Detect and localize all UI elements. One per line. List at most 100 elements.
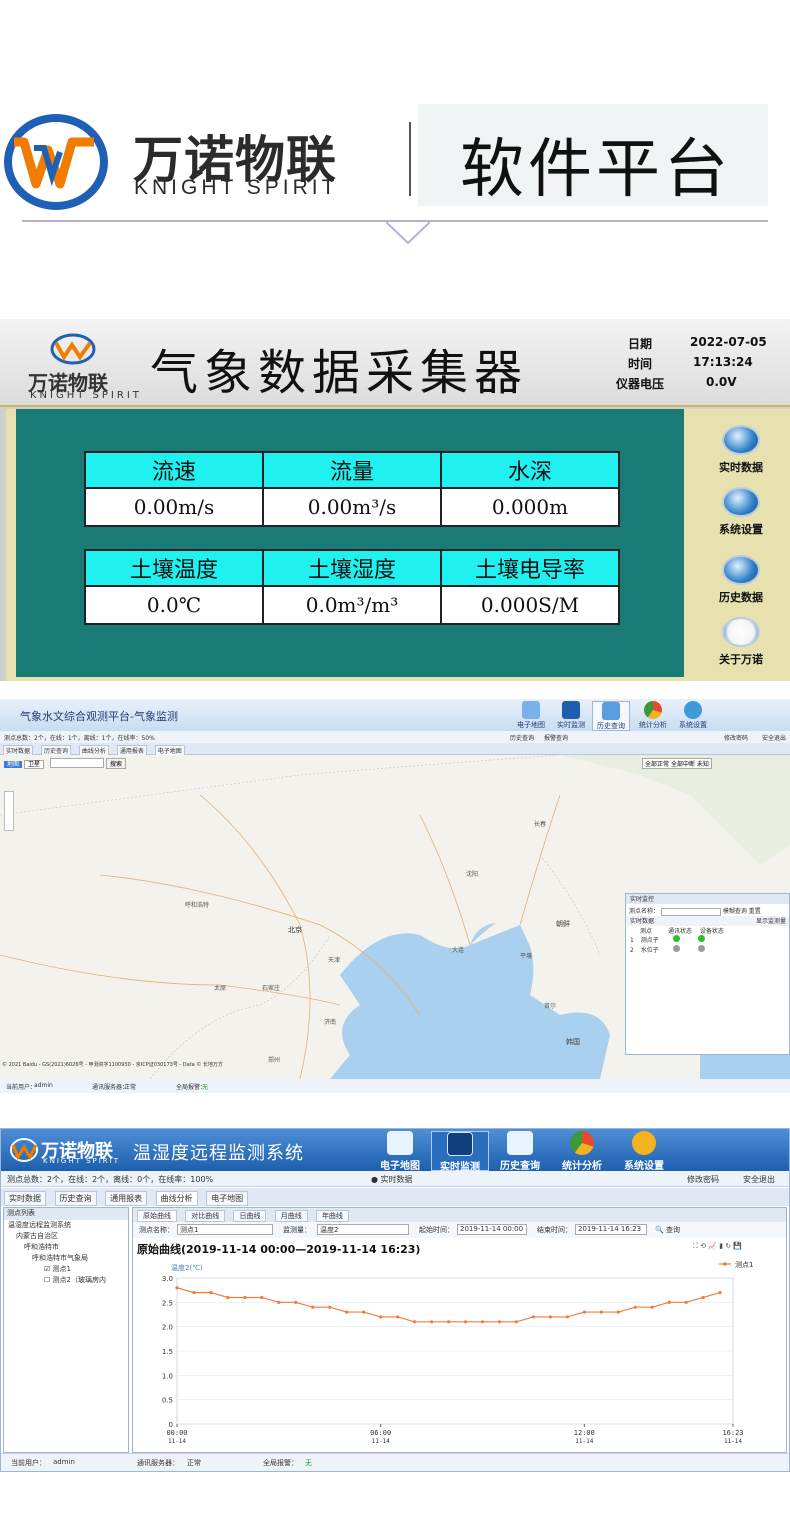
nav-label: 历史查询 [597,722,625,730]
collector-header: 万诺物联 KNIGHT SPIRIT 气象数据采集器 日期 2022-07-05… [0,319,790,407]
status-offline-icon [697,945,705,952]
status-bar: 当前用户： admin 通讯服务器： 正常 全局报警： 无 [1,1453,789,1471]
history-data-button[interactable]: 历史数据 [706,555,776,605]
x-tick-date: 11-14 [168,1438,186,1445]
nav-realtime[interactable]: 实时监测 [431,1131,489,1173]
status-online-icon [697,935,705,942]
y-tick-label: 0.5 [162,1397,173,1405]
table-row[interactable]: 2 水位子 [626,945,789,955]
tree-node[interactable]: 呼和浩特市气象局 [4,1253,128,1264]
city-label: 呼和浩特 [185,902,210,909]
status-alarm-value: 无 [202,1084,209,1091]
tab-raw-curve[interactable]: 原始曲线 [137,1210,177,1222]
x-tick-label: 16:23 [722,1429,743,1437]
data-point [514,1320,519,1324]
start-time-input[interactable]: 2019-11-14 00:00 [457,1224,527,1235]
tree-node[interactable]: ☑ 测点1 [4,1264,128,1275]
y-tick-label: 1.0 [162,1372,173,1380]
point-select[interactable]: 测点1 [177,1224,273,1235]
tree-node[interactable]: 内蒙古自治区 [4,1231,128,1242]
tree-node[interactable]: 呼和浩特市 [4,1242,128,1253]
legend-unknown[interactable]: 未知 [697,761,709,768]
metric-select[interactable]: 温度2 [317,1224,409,1235]
start-label: 起始时间： [419,1226,454,1234]
column-header: 测点 [640,928,653,935]
bar-chart-icon[interactable]: ▮ [719,1242,723,1250]
table-row[interactable]: 1 测点子 [626,935,789,945]
tab-curve[interactable]: 曲线分析 [155,1191,198,1206]
about-button[interactable]: 关于万诺 [706,617,776,667]
legend-marker [723,1262,727,1266]
tab-report[interactable]: 通用报表 [105,1191,148,1206]
nav-settings[interactable]: 系统设置 [615,1131,673,1172]
legend-all-normal[interactable]: 全部正常 [645,761,669,768]
nav-map[interactable]: 电子地图 [371,1131,429,1172]
nav-history[interactable]: 历史查询 [592,701,630,731]
nav-realtime[interactable]: 实时监测 [552,701,590,731]
refresh-icon[interactable]: ↻ [725,1242,731,1250]
point-name-input[interactable] [660,907,721,916]
x-tick-date: 11-14 [372,1438,390,1445]
nav-settings[interactable]: 系统设置 [674,701,712,731]
city-label: 济南 [324,1019,337,1026]
realtime-data-link[interactable]: ● 实时数据 [371,1174,413,1185]
tab-daily-curve[interactable]: 日曲线 [233,1210,267,1222]
nav-label: 实时监测 [557,721,585,729]
change-password-link[interactable]: 修改密码 [687,1174,719,1185]
nav-stats[interactable]: 统计分析 [553,1131,611,1172]
history-link[interactable]: 历史查询 [510,733,534,742]
alarm-link[interactable]: 报警查询 [544,733,568,742]
info-time-label: 时间 [628,357,653,371]
show-metrics-checkbox[interactable]: 显示监测量 [756,916,789,925]
map-search-button[interactable]: 搜索 [106,758,127,769]
save-icon[interactable]: 💾 [733,1242,742,1250]
system-settings-button[interactable]: 系统设置 [706,487,776,537]
change-password-link[interactable]: 修改密码 [724,733,748,742]
legend-all-offline[interactable]: 全部中断 [671,761,695,768]
tab-realtime[interactable]: 实时数据 [4,1191,46,1206]
zoom-icon[interactable]: ⛶ [693,1242,698,1250]
realtime-section-title: 实时数据 显示监测量 [626,916,789,926]
data-point [192,1291,196,1295]
reset-button[interactable]: 重置 [749,908,761,915]
logout-link[interactable]: 安全退出 [762,733,786,742]
zoom-control[interactable] [4,791,14,831]
tree-node[interactable]: ☐ 测点2（玻璃房内 [4,1275,128,1286]
tab-compare-curve[interactable]: 对比曲线 [185,1210,226,1222]
map-canvas[interactable]: 地图 卫星 搜索 全部正常 全部中断 未知 呼和浩特 北京 天津 太原 石家庄 … [0,755,790,1079]
logout-link[interactable]: 安全退出 [743,1174,775,1185]
tab-yearly-curve[interactable]: 年曲线 [315,1210,349,1222]
fuzzy-search-button[interactable]: 模糊查询 [723,908,747,915]
query-button[interactable]: 🔍 查询 [655,1225,680,1235]
collector-logo-en: KNIGHT SPIRIT [30,390,142,401]
line-chart-icon[interactable]: 📈 [708,1242,717,1250]
map-type-satellite[interactable]: 卫星 [23,760,44,769]
tree-node[interactable]: 温湿度远程监测系统 [4,1220,128,1231]
realtime-panel: 实时监控 测点名称： 模糊查询 重置 实时数据 显示监测量 测点 通讯状态 设备… [625,893,790,1055]
data-point [243,1295,247,1300]
data-point [684,1300,688,1304]
curve-analysis-window: 万诺物联 KNIGHT SPIRIT 温湿度远程监测系统 电子地图 实时监测 历… [0,1128,790,1472]
soil-readings-table: 土壤温度 土壤湿度 土壤电导率 0.0℃ 0.0m³/m³ 0.000S/M [84,549,620,625]
y-tick-label: 2.5 [162,1299,173,1307]
value-cell: 0.00m/s [84,487,264,527]
map-search-input[interactable] [50,758,104,768]
tree-node-label: 测点2（玻璃房内 [52,1276,106,1284]
city-label: 北京 [288,926,302,934]
realtime-data-button[interactable]: 实时数据 [706,425,776,475]
y-tick-label: 0 [169,1421,173,1429]
map-type-map[interactable]: 地图 [4,761,23,768]
nav-map[interactable]: 电子地图 [512,701,550,731]
tab-monthly-curve[interactable]: 月曲线 [274,1210,308,1222]
summary-bar: 测点总数：2个，在线：1个，离线：1个，在线率：50% 历史查询 报警查询 修改… [0,731,790,743]
data-point [413,1320,417,1324]
restore-icon[interactable]: ⟲ [700,1242,706,1250]
nav-history[interactable]: 历史查询 [491,1131,549,1172]
curve-app-header: 万诺物联 KNIGHT SPIRIT 温湿度远程监测系统 电子地图 实时监测 历… [1,1129,789,1173]
tab-history[interactable]: 历史查询 [54,1191,97,1206]
tab-map[interactable]: 电子地图 [206,1191,249,1206]
end-time-input[interactable]: 2019-11-14 16:23 [575,1224,647,1235]
nav-stats[interactable]: 统计分析 [634,701,672,731]
row-point-name: 水位子 [640,947,659,954]
status-online-icon [672,935,680,942]
